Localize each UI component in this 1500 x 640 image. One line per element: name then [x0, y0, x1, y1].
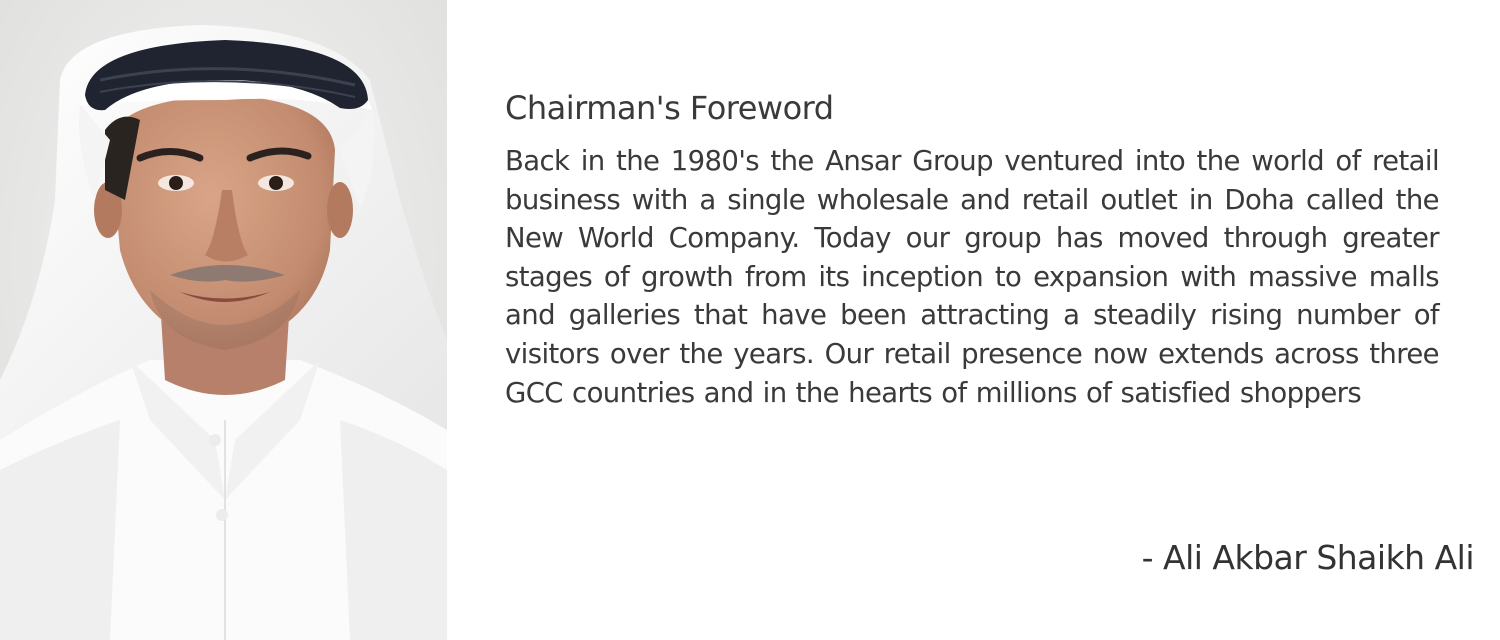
foreword-page: Chairman's Foreword Back in the 1980's t… — [0, 0, 1500, 640]
chairman-portrait — [0, 0, 447, 640]
foreword-signature: - Ali Akbar Shaikh Ali — [1141, 538, 1475, 577]
foreword-body: Back in the 1980's the Ansar Group ventu… — [505, 145, 1440, 409]
foreword-content: Chairman's Foreword Back in the 1980's t… — [505, 86, 1440, 412]
chairman-portrait-image — [0, 0, 447, 640]
foreword-title: Chairman's Foreword — [505, 89, 834, 127]
